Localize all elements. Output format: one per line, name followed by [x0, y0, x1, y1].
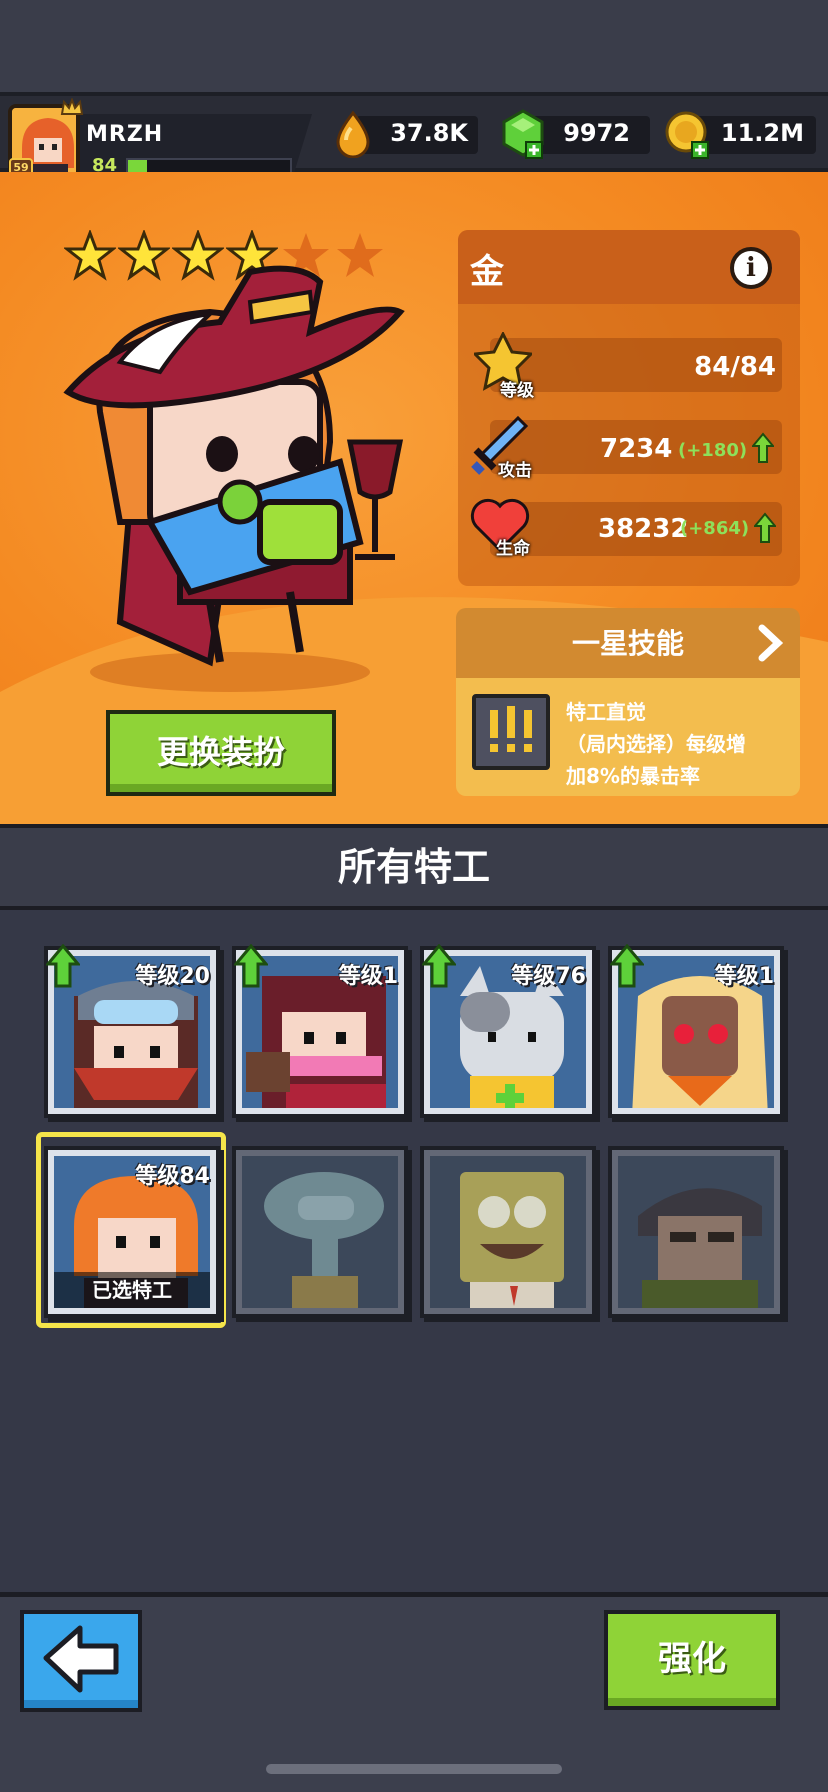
stat-attack-value: 7234 — [600, 434, 673, 464]
stat-up-arrow-icon — [750, 432, 776, 464]
stat-attack-label: 攻击 — [498, 461, 532, 481]
selected-agent-label: 已选特工 — [54, 1272, 210, 1308]
agent-card-locked[interactable] — [608, 1146, 784, 1318]
roster-title: 所有特工 — [337, 845, 490, 889]
chevron-right-icon[interactable] — [756, 624, 784, 662]
fuel-drop-icon — [332, 110, 374, 159]
upgrade-arrow-icon — [610, 944, 644, 988]
crown-icon — [60, 97, 84, 118]
status-area — [0, 0, 828, 96]
agent-card[interactable]: 等级20 — [44, 944, 220, 1118]
agent-level: 等级76 — [511, 964, 586, 989]
stat-level-value: 84/84 — [694, 352, 776, 382]
agent-portrait-locked — [618, 1156, 774, 1308]
skill-desc-line1: （局内选择）每级增 — [566, 732, 746, 756]
stat-up-arrow-icon — [752, 512, 778, 544]
agent-level: 等级20 — [135, 964, 210, 989]
agent-portrait-locked — [242, 1156, 398, 1308]
agent-level: 等级1 — [714, 964, 774, 989]
green-gem-icon[interactable] — [500, 108, 546, 160]
agent-card-locked[interactable] — [232, 1146, 408, 1318]
agent-level: 等级1 — [338, 964, 398, 989]
back-button[interactable] — [20, 1610, 142, 1712]
skill-exclamation-icon — [472, 694, 550, 770]
back-arrow-icon — [43, 1625, 119, 1693]
player-name: MRZH — [86, 122, 164, 147]
hero-rarity: 金 — [470, 252, 504, 292]
agent-card[interactable]: 等级1 — [608, 944, 784, 1118]
upgrade-arrow-icon — [46, 944, 80, 988]
stat-attack-bonus: (+180) — [678, 440, 748, 461]
agent-card-locked[interactable] — [420, 1146, 596, 1318]
roster-title-bar: 所有特工 — [0, 824, 828, 910]
agent-card-selected[interactable]: 已选特工 等级84 — [44, 1146, 220, 1318]
home-indicator[interactable] — [266, 1764, 562, 1774]
agent-portrait-locked — [430, 1156, 586, 1308]
skill-name: 特工直觉 — [566, 700, 646, 724]
agent-level: 等级84 — [135, 1164, 210, 1189]
agent-card[interactable]: 等级1 — [232, 944, 408, 1118]
upgrade-label: 强化 — [658, 1639, 726, 1679]
change-outfit-label: 更换装扮 — [156, 733, 285, 771]
agent-card[interactable]: 等级76 — [420, 944, 596, 1118]
resource-coins-value: 11.2M — [720, 119, 804, 147]
skill-title: 一星技能 — [571, 627, 684, 660]
upgrade-arrow-icon — [234, 944, 268, 988]
stat-life-value: 38232 — [598, 514, 689, 544]
upgrade-button[interactable]: 强化 — [604, 1610, 780, 1710]
stat-life-label: 生命 — [496, 539, 530, 559]
stat-life-bonus: (+864) — [680, 518, 750, 539]
upgrade-arrow-icon — [422, 944, 456, 988]
stat-level-label: 等级 — [500, 381, 534, 401]
hero-character-image — [60, 262, 420, 682]
change-outfit-button[interactable]: 更换装扮 — [106, 710, 336, 796]
info-button[interactable]: i — [730, 247, 772, 289]
gold-coin-icon[interactable] — [664, 108, 712, 160]
skill-desc-line2: 加8%的暴击率 — [566, 764, 700, 788]
skill-description: 特工直觉 （局内选择）每级增 加8%的暴击率 — [566, 696, 792, 792]
resource-fuel-value: 37.8K — [390, 119, 468, 147]
resource-gems-value: 9972 — [563, 119, 630, 147]
